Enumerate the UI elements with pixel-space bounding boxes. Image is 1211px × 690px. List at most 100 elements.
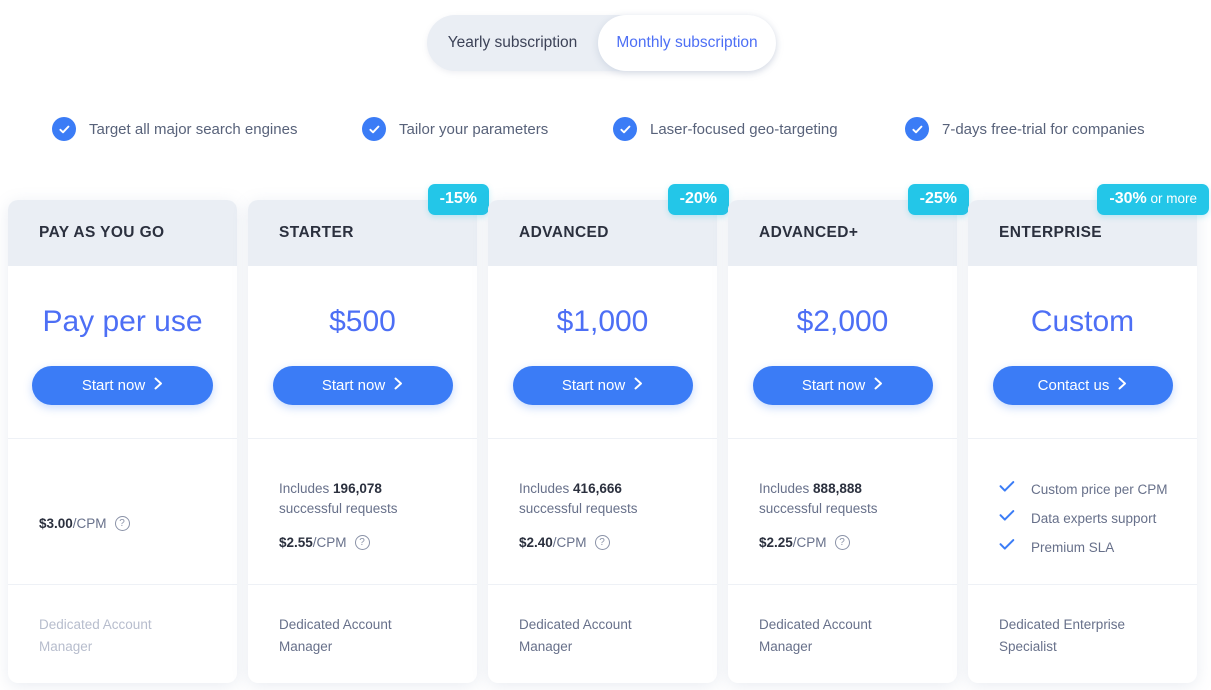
- includes-amount: 196,078: [333, 481, 382, 496]
- cpm-value: $2.55/CPM: [279, 535, 347, 550]
- includes-prefix: Includes: [519, 481, 574, 496]
- card-header: PAY AS YOU GO: [8, 200, 237, 266]
- start-now-button-label: Start now: [321, 377, 386, 394]
- contact-us-button[interactable]: Contact us: [992, 366, 1173, 405]
- includes-suffix: successful requests: [279, 501, 398, 516]
- footer-text: Dedicated Account Manager: [759, 617, 872, 654]
- cpm-value: $3.00/CPM: [39, 516, 107, 531]
- billing-period-toggle[interactable]: Yearly subscription Monthly subscription: [427, 15, 776, 71]
- feature-item-2-label: Laser-focused geo-targeting: [650, 120, 838, 138]
- card-body: Includes 196,078 successful requests $2.…: [248, 439, 477, 585]
- card-footer: Dedicated Account Manager: [8, 585, 237, 683]
- toggle-option-monthly[interactable]: Monthly subscription: [598, 15, 776, 71]
- cpm-price: $2.25: [759, 535, 793, 550]
- toggle-option-yearly[interactable]: Yearly subscription: [427, 15, 598, 71]
- start-now-button-label: Start now: [801, 377, 866, 394]
- toggle-option-yearly-label: Yearly subscription: [447, 34, 578, 51]
- plan-name: ENTERPRISE: [999, 224, 1103, 241]
- list-item: Custom price per CPM: [999, 480, 1197, 498]
- card-price-zone: $2,000 Start now: [728, 266, 957, 439]
- includes-line: Includes 416,666: [519, 479, 717, 499]
- plan-price: $1,000: [556, 305, 649, 338]
- includes-line: Includes 196,078: [279, 479, 477, 499]
- cpm-unit: /CPM: [312, 535, 347, 550]
- cpm-row: $3.00/CPM ?: [39, 516, 237, 531]
- chevron-right-icon: [394, 377, 403, 394]
- pricing-cards: PAY AS YOU GO Pay per use Start now $3.0…: [0, 184, 1211, 690]
- card-footer: Dedicated Enterprise Specialist: [968, 585, 1197, 683]
- footer-text: Dedicated Account Manager: [39, 617, 152, 654]
- feature-item-1: Tailor your parameters: [362, 117, 548, 141]
- includes-line: Includes 888,888: [759, 479, 957, 499]
- discount-badge: -30% or more: [1097, 184, 1209, 215]
- pricing-card-advanced-plus: -25% ADVANCED+ $2,000 Start now Includes…: [728, 184, 969, 683]
- start-now-button[interactable]: Start now: [272, 366, 453, 405]
- plan-price: $2,000: [796, 305, 889, 338]
- feature-item-0: Target all major search engines: [52, 117, 297, 141]
- discount-badge-value: -25%: [919, 190, 957, 207]
- discount-badge: -25%: [907, 184, 969, 215]
- chevron-right-icon: [1118, 377, 1127, 394]
- plan-price: Pay per use: [42, 305, 203, 338]
- card-footer: Dedicated Account Manager: [488, 585, 717, 683]
- card-footer: Dedicated Account Manager: [728, 585, 957, 683]
- toggle-option-monthly-label: Monthly subscription: [616, 34, 758, 51]
- contact-us-button-label: Contact us: [1037, 377, 1110, 394]
- check-circle-icon: [613, 117, 637, 141]
- pricing-page: Yearly subscription Monthly subscription…: [0, 0, 1211, 690]
- footer-text: Dedicated Account Manager: [279, 617, 392, 654]
- start-now-button[interactable]: Start now: [32, 366, 213, 405]
- cpm-row: $2.25/CPM ?: [759, 535, 957, 550]
- card-body: Includes 416,666 successful requests $2.…: [488, 439, 717, 585]
- chevron-right-icon: [154, 377, 163, 394]
- plan-name: PAY AS YOU GO: [39, 224, 165, 241]
- start-now-button[interactable]: Start now: [512, 366, 693, 405]
- includes-suffix: successful requests: [519, 501, 638, 516]
- question-mark-icon[interactable]: ?: [834, 535, 850, 550]
- check-icon: [999, 538, 1015, 556]
- question-mark-icon[interactable]: ?: [354, 535, 370, 550]
- check-icon: [999, 509, 1015, 527]
- includes-amount: 416,666: [573, 481, 622, 496]
- discount-badge-value: -15%: [439, 190, 477, 207]
- includes-amount: 888,888: [813, 481, 862, 496]
- list-item: Premium SLA: [999, 538, 1197, 556]
- enterprise-feature-list: Custom price per CPM Data experts suppor…: [999, 479, 1197, 556]
- feature-item-3: 7-days free-trial for companies: [905, 117, 1145, 141]
- check-circle-icon: [362, 117, 386, 141]
- plan-price: $500: [329, 305, 396, 338]
- pricing-card-advanced: -20% ADVANCED $1,000 Start now Includes …: [488, 184, 729, 683]
- start-now-button[interactable]: Start now: [752, 366, 933, 405]
- cpm-price: $2.40: [519, 535, 553, 550]
- feature-item-3-label: 7-days free-trial for companies: [942, 120, 1145, 138]
- card-body: $3.00/CPM ?: [8, 439, 237, 585]
- includes-suffix: successful requests: [759, 501, 878, 516]
- question-mark-icon[interactable]: ?: [114, 516, 130, 531]
- cpm-unit: /CPM: [552, 535, 587, 550]
- card-body: Includes 888,888 successful requests $2.…: [728, 439, 957, 585]
- feature-item-1-label: Tailor your parameters: [399, 120, 549, 138]
- list-item: Data experts support: [999, 509, 1197, 527]
- card-price-zone: $500 Start now: [248, 266, 477, 439]
- discount-badge-suffix: or more: [1146, 191, 1197, 206]
- start-now-button-label: Start now: [81, 377, 146, 394]
- chevron-right-icon: [634, 377, 643, 394]
- includes-prefix: Includes: [759, 481, 814, 496]
- cpm-price: $2.55: [279, 535, 313, 550]
- feature-item-0-label: Target all major search engines: [89, 120, 298, 138]
- chevron-right-icon: [874, 377, 883, 394]
- cpm-value: $2.25/CPM: [759, 535, 827, 550]
- question-mark-icon[interactable]: ?: [594, 535, 610, 550]
- plan-name: ADVANCED: [519, 224, 609, 241]
- list-item-label: Data experts support: [1031, 510, 1157, 526]
- cpm-value: $2.40/CPM: [519, 535, 587, 550]
- footer-text: Dedicated Account Manager: [519, 617, 632, 654]
- card-price-zone: Custom Contact us: [968, 266, 1197, 439]
- cpm-price: $3.00: [39, 516, 73, 531]
- pricing-card-enterprise: -30% or more ENTERPRISE Custom Contact u…: [968, 184, 1209, 683]
- list-item-label: Premium SLA: [1031, 539, 1115, 555]
- cpm-unit: /CPM: [792, 535, 827, 550]
- card-footer: Dedicated Account Manager: [248, 585, 477, 683]
- includes-prefix: Includes: [279, 481, 334, 496]
- card-body: Custom price per CPM Data experts suppor…: [968, 439, 1197, 585]
